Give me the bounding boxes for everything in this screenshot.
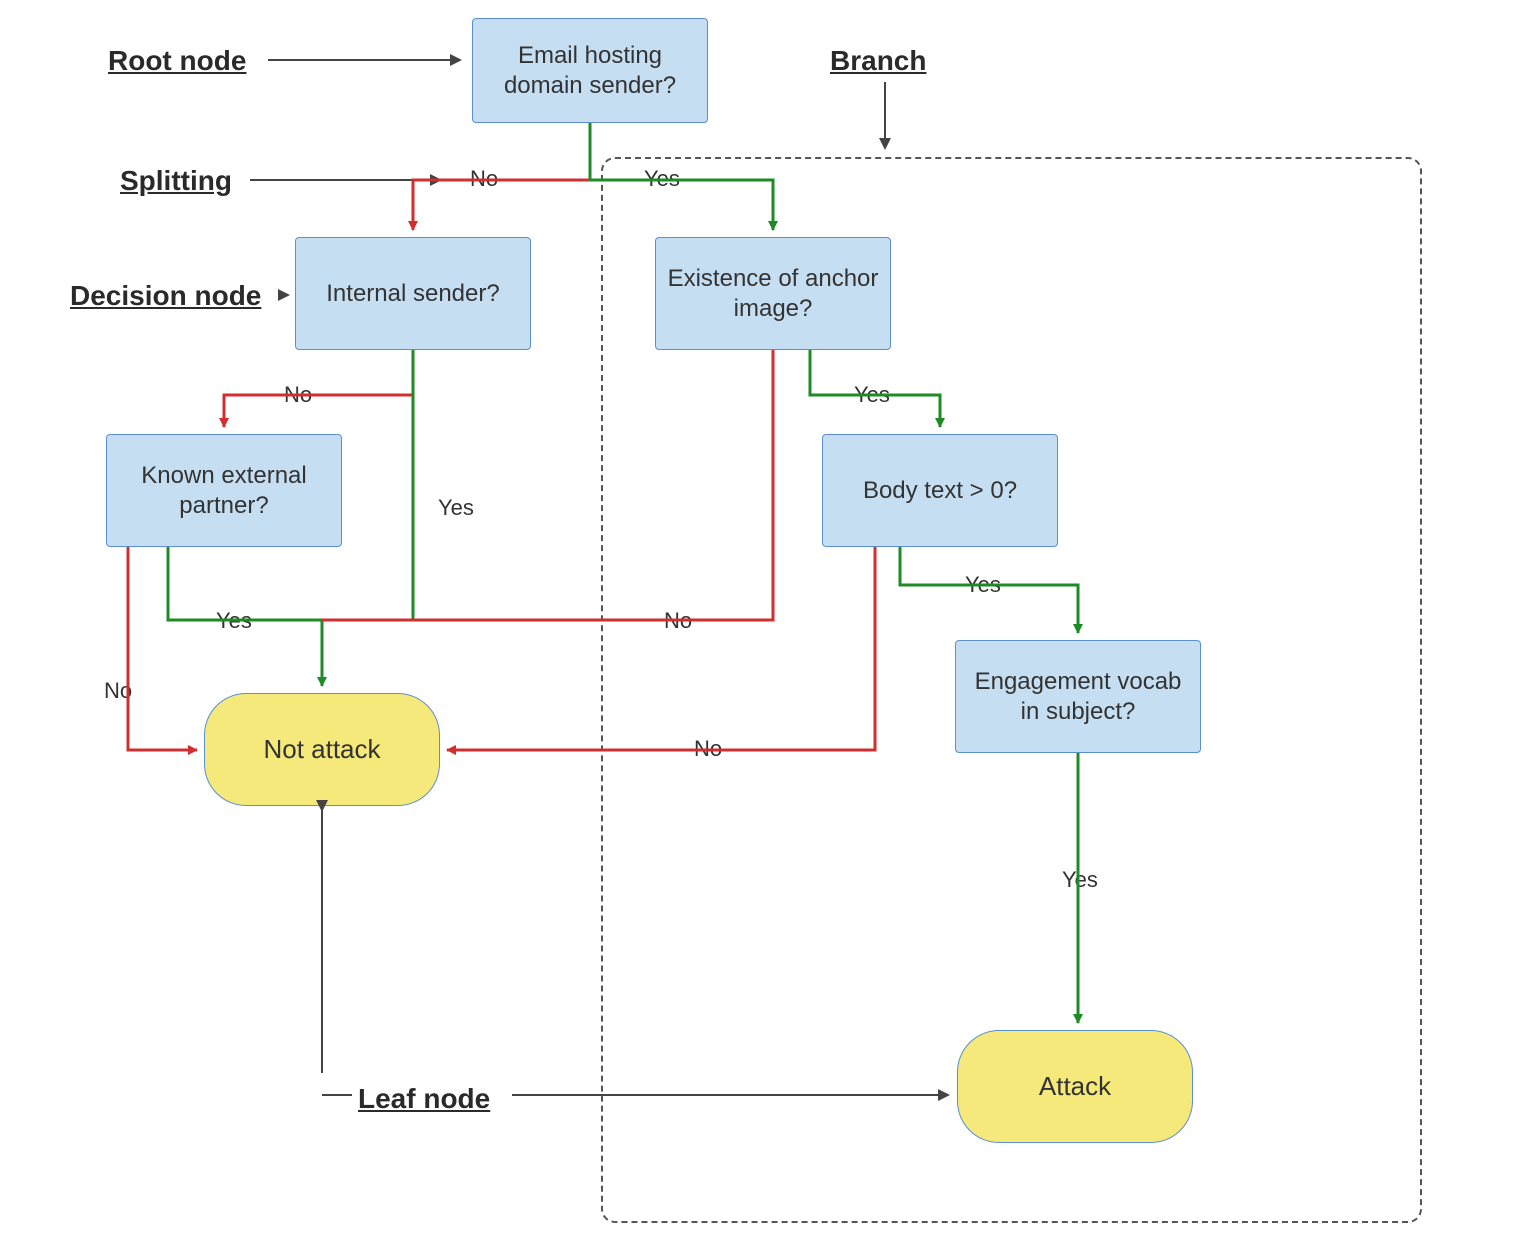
leaf-not-attack-text: Not attack xyxy=(263,734,380,765)
edge-partner-no: No xyxy=(100,678,136,704)
node-body-text: Body text > 0? xyxy=(822,434,1058,547)
annot-branch: Branch xyxy=(830,45,926,77)
edge-partner-yes: Yes xyxy=(212,608,256,634)
annot-leaf: Leaf node xyxy=(358,1083,490,1115)
edge-body-yes: Yes xyxy=(961,572,1005,598)
diagram-canvas: Root node Splitting Decision node Branch… xyxy=(0,0,1536,1249)
edge-anchor-no: No xyxy=(660,608,696,634)
edge-internal-to-partner xyxy=(224,350,413,427)
node-body-text-text: Body text > 0? xyxy=(863,476,1017,506)
leaf-attack: Attack xyxy=(957,1030,1193,1143)
leaf-attack-text: Attack xyxy=(1039,1071,1111,1102)
node-engagement-text: Engagement vocab in subject? xyxy=(966,667,1190,727)
edge-internal-no: No xyxy=(280,382,316,408)
edge-partner-no xyxy=(128,547,197,750)
edge-anchor-yes: Yes xyxy=(850,382,894,408)
node-engagement: Engagement vocab in subject? xyxy=(955,640,1201,753)
edge-root-yes: Yes xyxy=(640,166,684,192)
node-internal-sender-text: Internal sender? xyxy=(326,279,499,309)
annot-root: Root node xyxy=(108,45,246,77)
edge-root-no: No xyxy=(466,166,502,192)
edge-engagement-yes: Yes xyxy=(1058,867,1102,893)
edge-body-no: No xyxy=(690,736,726,762)
annot-decision: Decision node xyxy=(70,280,261,312)
node-known-partner: Known external partner? xyxy=(106,434,342,547)
annot-splitting: Splitting xyxy=(120,165,232,197)
node-root: Email hosting domain sender? xyxy=(472,18,708,123)
node-known-partner-text: Known external partner? xyxy=(117,461,331,521)
leaf-not-attack: Not attack xyxy=(204,693,440,806)
node-internal-sender: Internal sender? xyxy=(295,237,531,350)
node-root-text: Email hosting domain sender? xyxy=(483,41,697,101)
node-anchor-image-text: Existence of anchor image? xyxy=(666,264,880,324)
edge-internal-yes: Yes xyxy=(434,495,478,521)
node-anchor-image: Existence of anchor image? xyxy=(655,237,891,350)
